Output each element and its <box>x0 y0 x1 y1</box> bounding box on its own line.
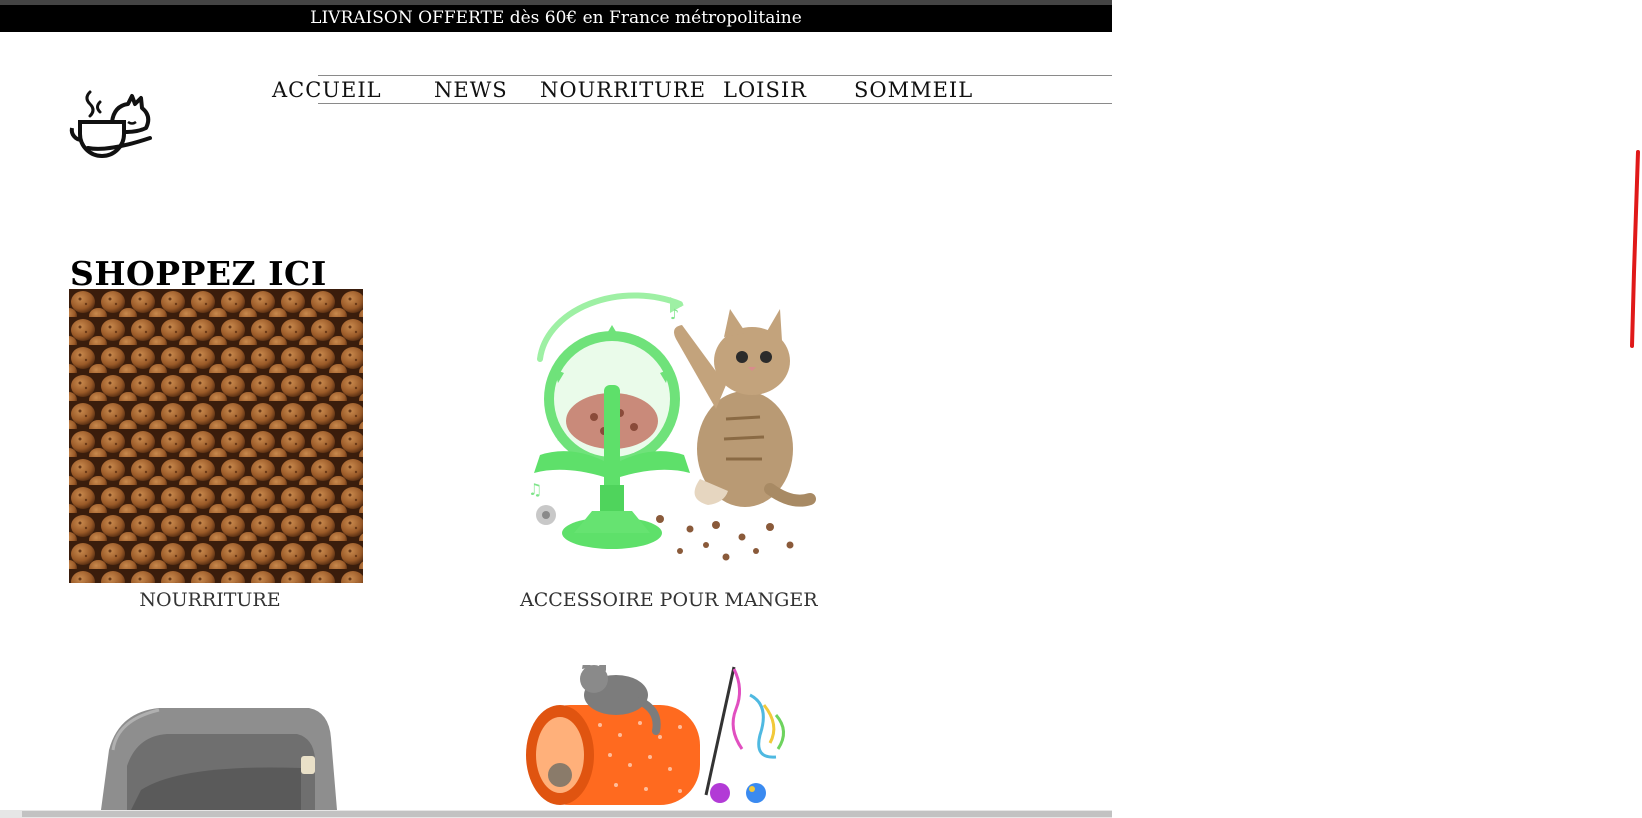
shipping-announcement-bar: LIVRAISON OFFERTE dès 60€ en France métr… <box>0 5 1112 32</box>
shop-tile-bed[interactable] <box>69 670 363 810</box>
horizontal-scrollbar[interactable] <box>0 810 1112 818</box>
nav-item-news[interactable]: NEWS <box>434 76 508 104</box>
cat-on-coffee-cup-icon[interactable] <box>66 88 156 160</box>
shop-tile-accessoire-pour-manger[interactable]: ♫ ♪ ACCESSOIRE POUR MANGER <box>520 289 820 629</box>
nav-item-accueil[interactable]: ACCUEIL <box>272 76 382 104</box>
nav-item-sommeil[interactable]: SOMMEIL <box>854 76 973 104</box>
cat-tunnel-toys-image[interactable] <box>520 665 820 810</box>
shop-tile-tunnel-toys[interactable] <box>520 665 820 810</box>
shop-tile-nourriture[interactable]: NOURRITURE <box>69 289 363 629</box>
nav-item-nourriture[interactable]: NOURRITURE <box>540 76 706 104</box>
svg-text:♫: ♫ <box>528 480 542 499</box>
shop-section-title: SHOPPEZ ICI <box>70 254 327 293</box>
tile-caption[interactable]: NOURRITURE <box>69 589 351 611</box>
cat-bed-image[interactable] <box>69 670 363 810</box>
svg-text:♪: ♪ <box>670 307 679 323</box>
red-annotation-stroke <box>1628 150 1642 350</box>
cat-kibble-image[interactable] <box>69 289 363 583</box>
horizontal-scrollbar-thumb[interactable] <box>22 811 1112 817</box>
nav-item-loisir[interactable]: LOISIR <box>723 76 807 104</box>
cat-feeder-wheel-image[interactable]: ♫ ♪ <box>520 289 820 583</box>
tile-caption[interactable]: ACCESSOIRE POUR MANGER <box>520 589 818 611</box>
